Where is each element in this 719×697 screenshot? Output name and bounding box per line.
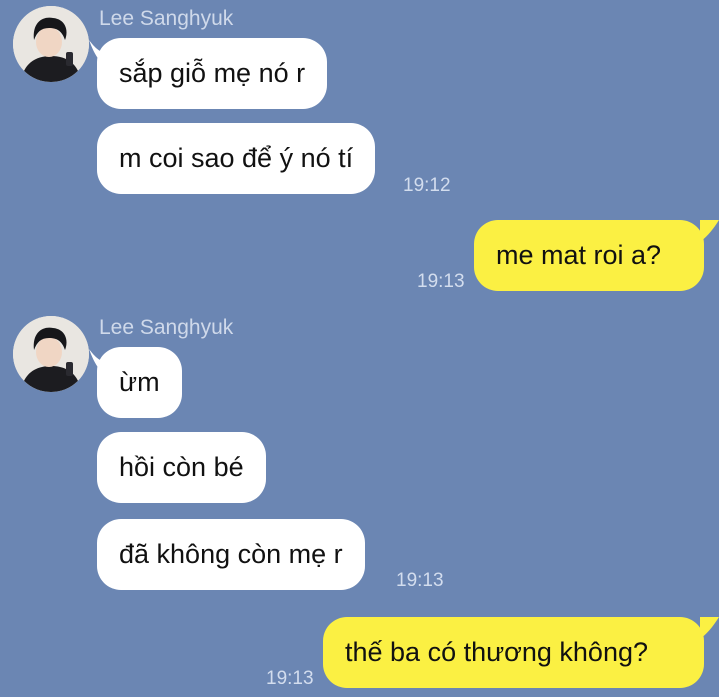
timestamp: 19:13 [396, 570, 444, 591]
message-bubble[interactable]: thế ba có thương không? [323, 617, 704, 688]
message-bubble[interactable]: sắp giỗ mẹ nó r [97, 38, 328, 109]
message-bubble[interactable]: hồi còn bé [97, 432, 266, 503]
message-bubble[interactable]: m coi sao để ý nó tí [97, 123, 376, 194]
sender-name: Lee Sanghyuk [99, 7, 234, 30]
timestamp: 19:13 [417, 271, 465, 292]
bubble-tail [700, 220, 719, 242]
avatar-photo [13, 6, 89, 82]
timestamp: 19:12 [403, 175, 451, 196]
message-bubble[interactable]: đã không còn mẹ r [97, 519, 365, 590]
timestamp: 19:13 [266, 668, 314, 689]
message-bubble[interactable]: me mat roi a? [474, 220, 704, 291]
sender-name: Lee Sanghyuk [99, 316, 234, 339]
message-bubble[interactable]: ừm [97, 347, 182, 418]
avatar[interactable] [13, 6, 89, 82]
avatar-photo [13, 316, 89, 392]
bubble-tail [700, 617, 719, 639]
avatar[interactable] [13, 316, 89, 392]
